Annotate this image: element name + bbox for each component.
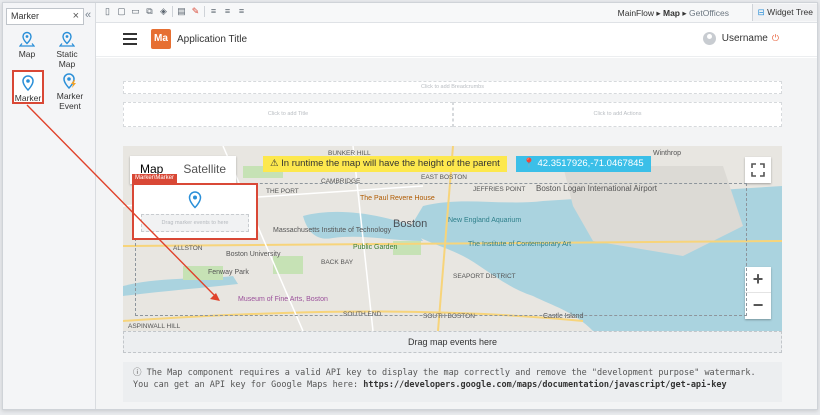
editor-toolbar: ▯ ▢ ▭ ⧉ ◈ ▤ ✎ ≡ ≡ ≡ MainFlow ▸ Map ▸ Get… <box>96 3 817 23</box>
marker-event-icon <box>63 73 76 89</box>
avatar <box>702 32 716 45</box>
breadcrumb-item[interactable]: Map <box>663 8 680 18</box>
map-pin-icon <box>19 31 35 47</box>
palette-item-marker-event[interactable]: Marker Event <box>50 73 90 111</box>
align-right-icon[interactable]: ≡ <box>236 6 247 17</box>
map-events-dropzone[interactable]: Drag map events here <box>123 331 782 353</box>
desktop-preview-icon[interactable]: ▭ <box>130 6 141 17</box>
palette-item-label: Map <box>18 49 36 59</box>
palette-search-input[interactable]: Marker × <box>6 8 84 25</box>
palette-search-value: Marker <box>11 11 40 21</box>
runtime-height-banner: ⚠ In runtime the map will have the heigh… <box>263 156 507 172</box>
palette-item-label: Marker <box>14 93 42 103</box>
marker-widget[interactable]: Drag marker events to here <box>132 183 258 240</box>
widget-tree-icon[interactable]: ▤ <box>176 6 187 17</box>
app-logo: Ma <box>151 29 171 49</box>
actions-placeholder[interactable]: Click to add Actions <box>453 102 782 127</box>
logout-icon[interactable]: ⏻ <box>772 33 779 44</box>
static-map-pin-icon <box>59 31 75 47</box>
coordinates-text: 42.3517926,-71.0467845 <box>537 158 644 169</box>
widget-tree-tab[interactable]: ⊟ Widget Tree <box>751 4 817 21</box>
warning-icon: ⚠ <box>270 158 279 169</box>
phone-preview-icon[interactable]: ▯ <box>102 6 113 17</box>
breadcrumb-item[interactable]: MainFlow <box>618 8 654 18</box>
banner-text: In runtime the map will have the height … <box>281 158 500 169</box>
style-icon[interactable]: ✎ <box>190 6 201 17</box>
map-widget[interactable]: Boston EAST BOSTON JEFFRIES POINT Boston… <box>123 146 782 331</box>
map-label: ASPINWALL HILL <box>128 323 181 330</box>
fullscreen-button[interactable] <box>745 157 771 183</box>
collapse-palette-icon[interactable]: « <box>85 9 91 21</box>
marker-widget-tag: Marker\Marker <box>132 174 178 183</box>
info-icon: ⓘ <box>133 368 142 378</box>
theme-icon[interactable]: ◈ <box>158 6 169 17</box>
coordinates-badge: 📍 42.3517926,-71.0467845 <box>516 156 651 172</box>
palette-item-map[interactable]: Map <box>7 31 47 59</box>
widget-tree-icon: ⊟ <box>757 7 765 17</box>
palette-item-marker[interactable]: Marker <box>12 70 44 104</box>
align-left-icon[interactable]: ≡ <box>208 6 219 17</box>
app-title: Application Title <box>177 34 248 45</box>
zoom-control: + − <box>745 267 771 319</box>
map-label: EAST BOSTON <box>421 174 467 181</box>
fullscreen-icon <box>751 163 765 177</box>
marker-icon <box>188 191 202 209</box>
menu-icon[interactable] <box>123 33 137 45</box>
ide-window: Marker × « Map Static Map Marker Marker … <box>2 2 818 410</box>
marker-icon <box>22 75 34 91</box>
username: Username <box>721 33 768 44</box>
widget-tree-label: Widget Tree <box>767 7 813 17</box>
pin-icon: 📍 <box>523 158 535 169</box>
palette-item-label: Static Map <box>56 49 78 69</box>
palette-item-static-map[interactable]: Static Map <box>47 31 87 69</box>
zoom-in-button[interactable]: + <box>745 267 771 293</box>
app-header: Ma Application Title Username ⏻ <box>96 23 817 57</box>
design-canvas: Ma Application Title Username ⏻ Click to… <box>96 23 817 409</box>
breadcrumb-item[interactable]: GetOffices <box>689 8 729 18</box>
user-info[interactable]: Username ⏻ <box>702 32 779 45</box>
api-key-note: ⓘ The Map component requires a valid API… <box>123 362 782 402</box>
title-placeholder[interactable]: Click to add Title <box>123 102 453 127</box>
zoom-out-button[interactable]: − <box>745 293 771 319</box>
widget-palette: Marker × « Map Static Map Marker Marker … <box>3 3 96 409</box>
tablet-preview-icon[interactable]: ▢ <box>116 6 127 17</box>
breadcrumbs-placeholder[interactable]: Click to add Breadcrumbs <box>123 81 782 94</box>
map-type-satellite-button[interactable]: Satellite <box>173 156 236 184</box>
align-center-icon[interactable]: ≡ <box>222 6 233 17</box>
map-label: Winthrop <box>653 150 681 157</box>
palette-item-label: Marker Event <box>56 91 84 111</box>
marker-events-dropzone[interactable]: Drag marker events to here <box>141 214 249 232</box>
api-key-url[interactable]: https://developers.google.com/maps/docum… <box>363 380 726 390</box>
main-content: Click to add Breadcrumbs Click to add Ti… <box>96 58 817 409</box>
clear-search-icon[interactable]: × <box>73 10 79 22</box>
editor-breadcrumb: MainFlow ▸ Map ▸ GetOffices <box>617 8 729 18</box>
responsive-icon[interactable]: ⧉ <box>144 6 155 17</box>
